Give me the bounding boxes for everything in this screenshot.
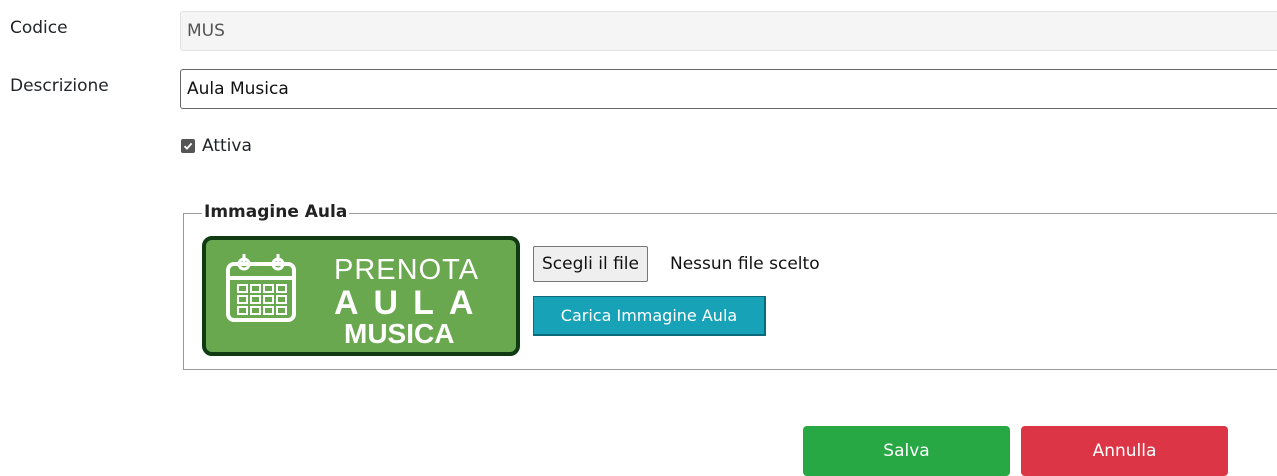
attiva-row: Attiva (181, 136, 252, 156)
image-legend: Immagine Aula (202, 202, 350, 222)
calendar-icon (226, 254, 296, 322)
room-image: PRENOTA AULA MUSICA (202, 236, 520, 356)
cancel-button[interactable]: Annulla (1021, 426, 1228, 476)
choose-file-button[interactable]: Scegli il file (533, 246, 648, 282)
logo-line1: PRENOTA (334, 254, 480, 286)
upload-image-button[interactable]: Carica Immagine Aula (533, 296, 766, 336)
codice-field[interactable]: MUS (180, 11, 1277, 51)
save-button[interactable]: Salva (803, 426, 1010, 476)
codice-label: Codice (10, 18, 68, 38)
descrizione-label: Descrizione (10, 76, 109, 96)
file-status-text: Nessun file scelto (670, 254, 820, 274)
attiva-label: Attiva (202, 136, 252, 156)
logo-line3: MUSICA (344, 318, 455, 349)
descrizione-field[interactable]: Aula Musica (180, 69, 1277, 109)
checkmark-icon (183, 142, 193, 150)
attiva-checkbox[interactable] (181, 139, 195, 153)
